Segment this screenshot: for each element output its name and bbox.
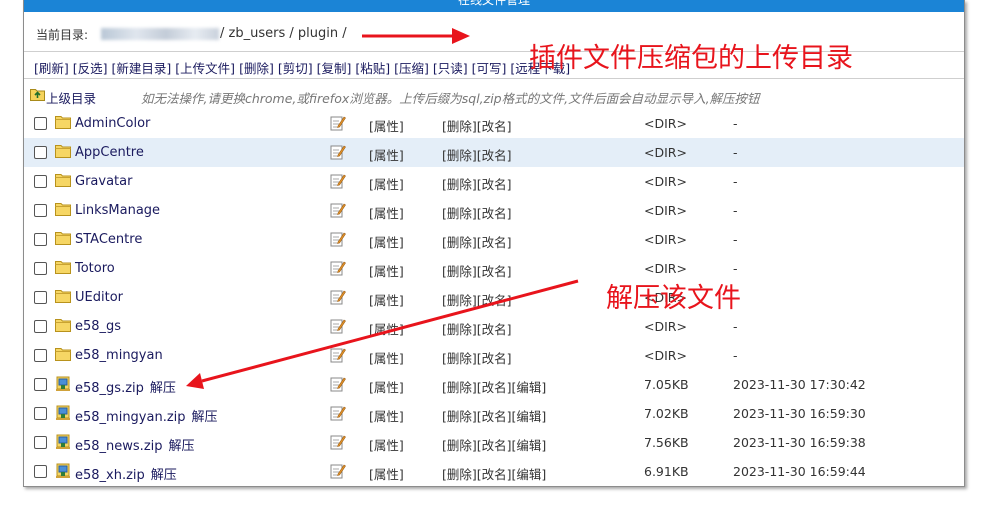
annotation-arrows [186,28,579,389]
arrow-head-extract [186,373,204,389]
arrow-head-upload [452,28,470,44]
arrow-line-extract [201,279,579,383]
